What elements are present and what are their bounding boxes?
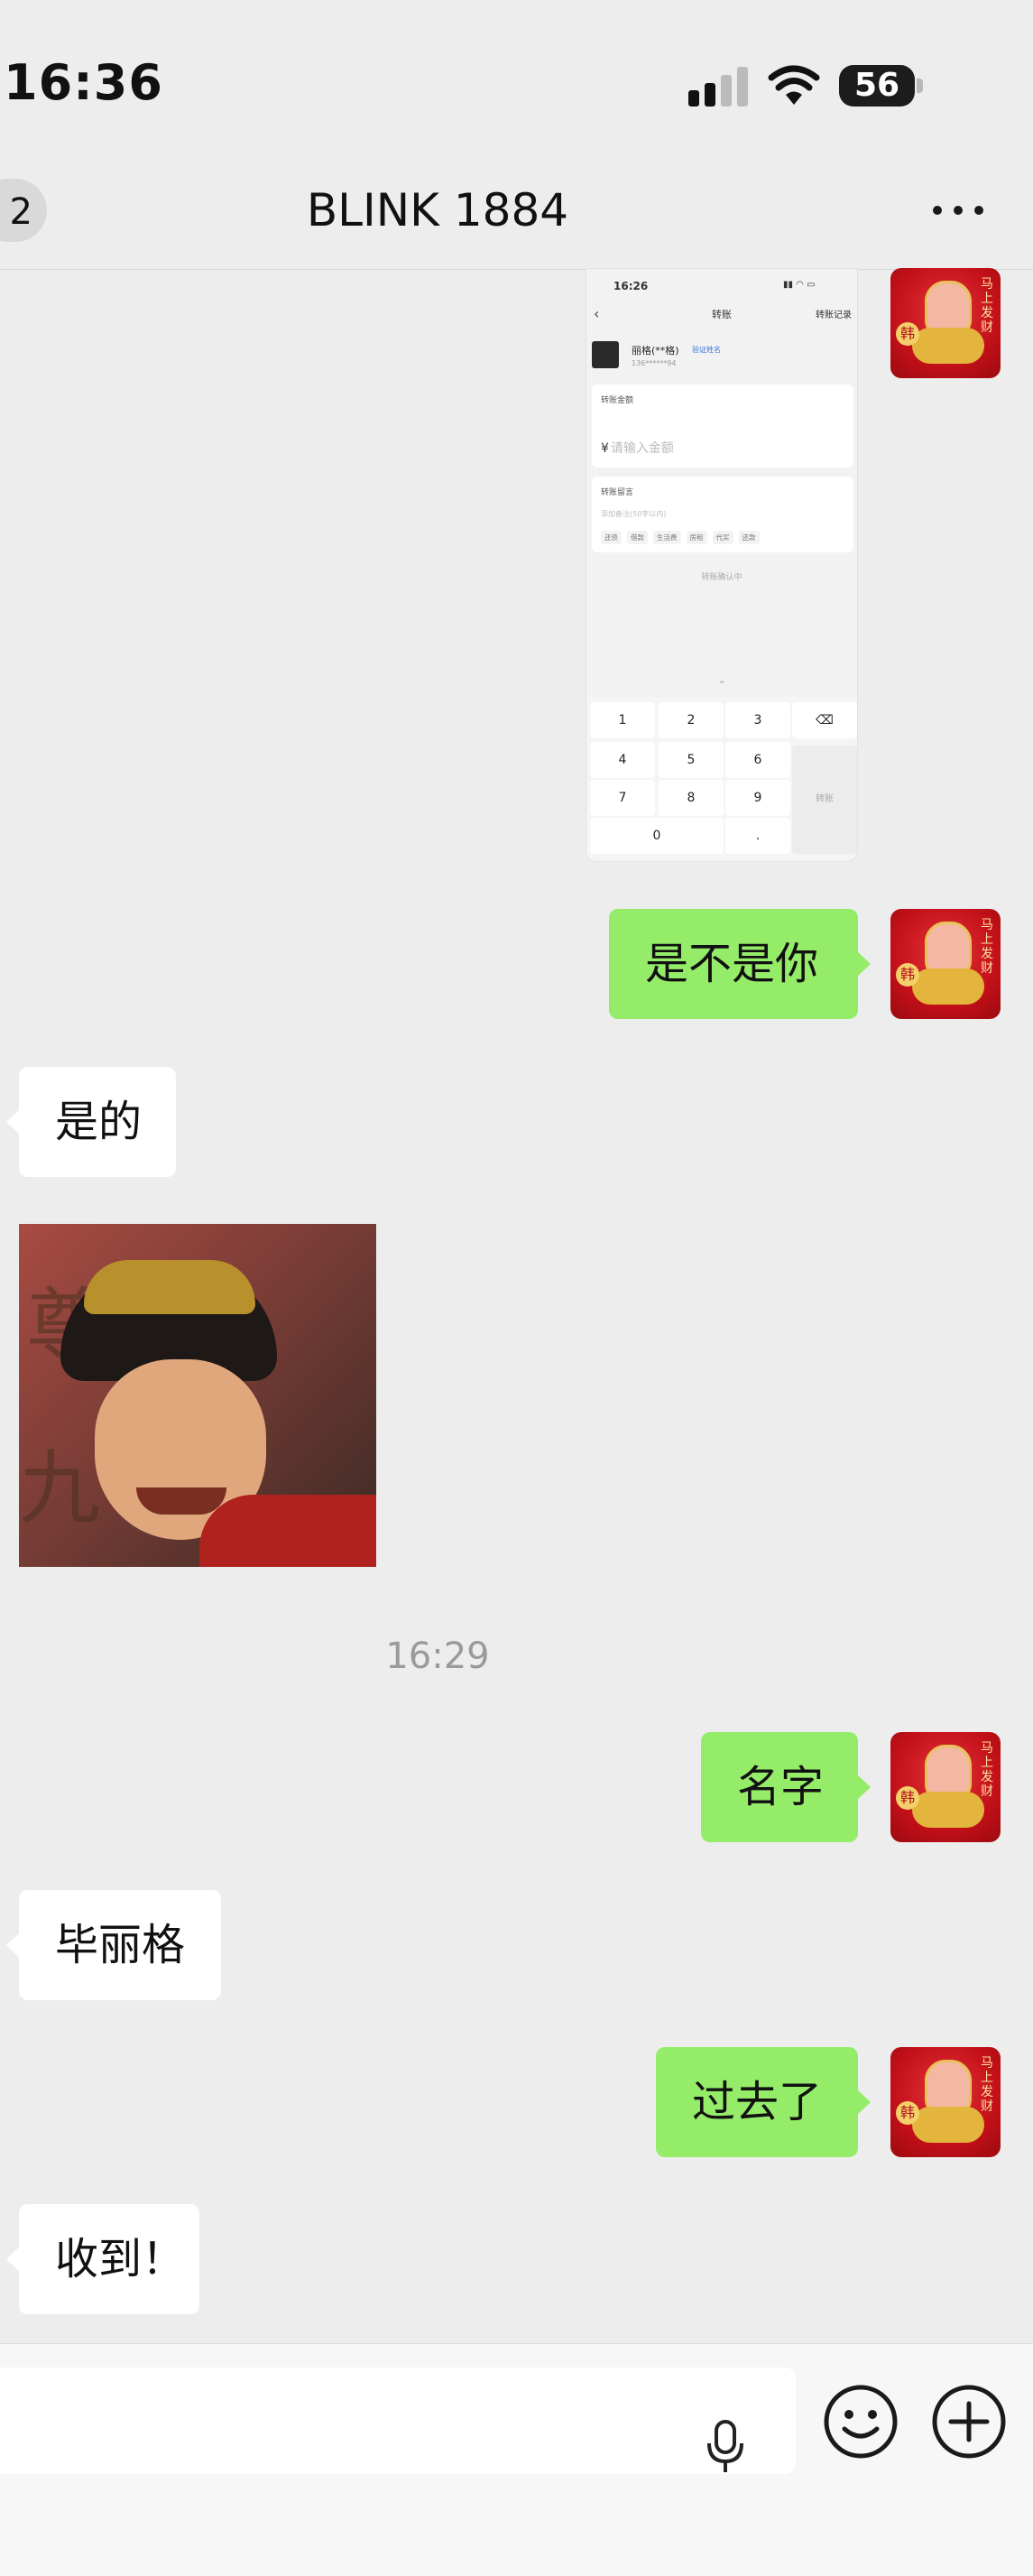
shot-chip: 借款: [627, 531, 648, 544]
avatar[interactable]: 韩 马上发财: [890, 1732, 1001, 1842]
battery-icon: 56: [839, 65, 924, 107]
battery-level: 56: [853, 67, 900, 104]
shot-key: 6: [725, 742, 790, 778]
shot-amount-placeholder: 请输入金额: [610, 441, 674, 456]
shot-keypad: 1 2 3 ⌫ 4 5 6 7 8 9 0 . 转账: [586, 697, 857, 861]
shot-submit: 转账确认中: [701, 573, 742, 582]
shot-key: 1: [590, 702, 655, 738]
shot-payee-phone: 136******94: [632, 359, 677, 367]
shot-chip: 生活费: [653, 531, 681, 544]
shot-status-icons: ▮▮ ◠ ▭: [783, 280, 816, 290]
shot-amount-label: 转账金额: [601, 396, 634, 405]
plus-icon[interactable]: [931, 2384, 1007, 2460]
shot-key: 9: [725, 780, 790, 816]
shot-key: .: [725, 818, 790, 854]
shot-verified: 验证姓名: [692, 346, 721, 354]
shot-side-key: 转账: [792, 746, 857, 854]
shot-chip: 还债: [601, 531, 622, 544]
chat-header: 2 BLINK 1884: [0, 171, 1033, 270]
shot-key: 0: [590, 818, 724, 854]
avatar[interactable]: 韩 马上发财: [890, 909, 1001, 1019]
emoji-icon[interactable]: [823, 2384, 899, 2460]
timestamp: 16:29: [385, 1635, 490, 1677]
image-message-meme[interactable]: 尊 九: [19, 1224, 376, 1567]
shot-key: 4: [590, 742, 655, 778]
shot-chip: 还款: [738, 531, 760, 544]
shot-key: 8: [659, 780, 724, 816]
message-bubble-sent[interactable]: 名字: [701, 1732, 871, 1842]
message-bubble-received[interactable]: 毕丽格: [6, 1890, 221, 2000]
shot-time: 16:26: [613, 280, 649, 292]
chat-title: BLINK 1884: [306, 184, 569, 236]
shot-key: 2: [659, 702, 724, 738]
shot-chip: 房租: [686, 531, 707, 544]
shot-key: 7: [590, 780, 655, 816]
shot-chip: 代买: [712, 531, 733, 544]
message-bubble-sent[interactable]: 过去了: [656, 2047, 871, 2157]
message-bubble-sent[interactable]: 是不是你: [609, 909, 871, 1019]
status-time: 16:36: [4, 54, 163, 111]
status-bar: 16:36 56: [0, 0, 1033, 171]
microphone-icon[interactable]: [706, 2420, 745, 2474]
avatar[interactable]: 韩 马上发财: [890, 2047, 1001, 2157]
shot-note-label: 转账留言: [601, 488, 634, 497]
message-bubble-received[interactable]: 是的: [6, 1067, 176, 1177]
shot-payee-name: 丽格(**格): [632, 345, 679, 357]
shot-delete-icon: ⌫: [792, 702, 857, 738]
input-bar: [0, 2343, 1033, 2576]
signal-icon: [688, 67, 748, 107]
shot-collapse-icon: ⌄: [716, 673, 727, 686]
shot-key: 5: [659, 742, 724, 778]
shot-payee-avatar: [592, 341, 619, 368]
shot-record-link: 转账记录: [816, 310, 852, 320]
avatar[interactable]: 韩 马上发财: [890, 268, 1001, 378]
image-message-transfer-screenshot[interactable]: 16:26 ▮▮ ◠ ▭ ‹ 转账 转账记录 丽格(**格) 验证姓名 136*…: [586, 268, 858, 862]
shot-note-placeholder: 添加备注(50字以内): [601, 510, 667, 518]
shot-currency: ¥: [601, 441, 609, 456]
more-icon[interactable]: [929, 199, 987, 222]
shot-key: 3: [725, 702, 790, 738]
wifi-icon: [768, 65, 820, 105]
message-bubble-received[interactable]: 收到！: [6, 2204, 199, 2314]
message-input[interactable]: [0, 2368, 796, 2474]
